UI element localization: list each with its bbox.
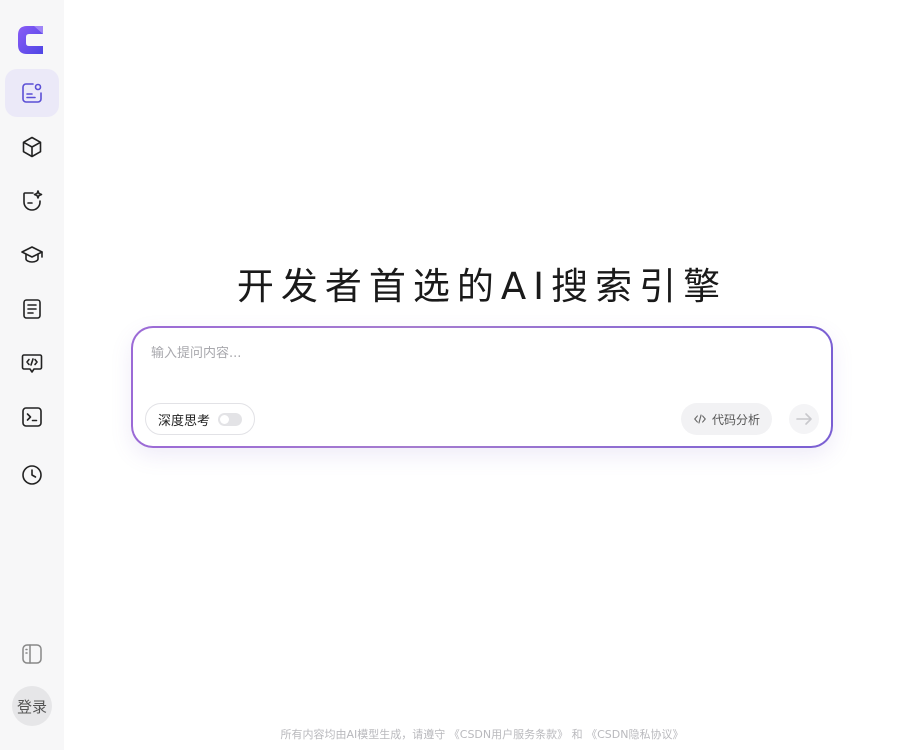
code-analysis-label: 代码分析	[712, 412, 761, 427]
code-bubble-icon	[21, 354, 43, 373]
document-icon	[23, 299, 41, 319]
sidebar-item-terminal[interactable]	[5, 393, 59, 441]
deep-think-label: 深度思考	[158, 413, 211, 429]
sidebar: 登录	[0, 0, 64, 750]
sidebar-toggle-icon[interactable]	[20, 642, 44, 666]
graduation-cap-icon	[21, 246, 43, 263]
send-button[interactable]	[789, 404, 819, 434]
arrow-right-icon	[796, 413, 812, 425]
shield-sparkle-icon	[23, 190, 43, 211]
sidebar-item-learn[interactable]	[5, 231, 59, 279]
csdn-logo-icon[interactable]	[14, 22, 48, 58]
login-button[interactable]: 登录	[12, 686, 52, 726]
deep-think-switch[interactable]	[218, 412, 243, 426]
sidebar-item-code-chat[interactable]	[5, 339, 59, 387]
sidebar-item-history[interactable]	[5, 451, 59, 499]
page-title: 开发者首选的AI搜索引擎	[236, 265, 728, 308]
code-analysis-button[interactable]: 代码分析	[681, 403, 773, 435]
chat-note-icon	[22, 83, 42, 103]
clock-icon	[22, 465, 42, 485]
chat-input-box: 深度思考 代码分析	[131, 326, 833, 448]
chat-input-inner: 深度思考 代码分析	[133, 328, 831, 446]
sidebar-item-docs[interactable]	[5, 285, 59, 333]
terminal-icon	[22, 407, 42, 427]
app-root: 登录 开发者首选的AI搜索引擎 深度思考 代码分析	[0, 0, 900, 750]
prompt-input[interactable]	[151, 346, 791, 361]
code-icon	[694, 414, 706, 424]
sidebar-item-agent[interactable]	[5, 177, 59, 225]
sidebar-item-chat[interactable]	[5, 69, 59, 117]
cube-icon	[22, 136, 42, 158]
deep-think-toggle[interactable]: 深度思考	[145, 403, 256, 435]
sidebar-item-models[interactable]	[5, 123, 59, 171]
footer-disclaimer: 所有内容均由AI模型生成，请遵守 《CSDN用户服务条款》 和 《CSDN隐私协…	[280, 728, 684, 741]
